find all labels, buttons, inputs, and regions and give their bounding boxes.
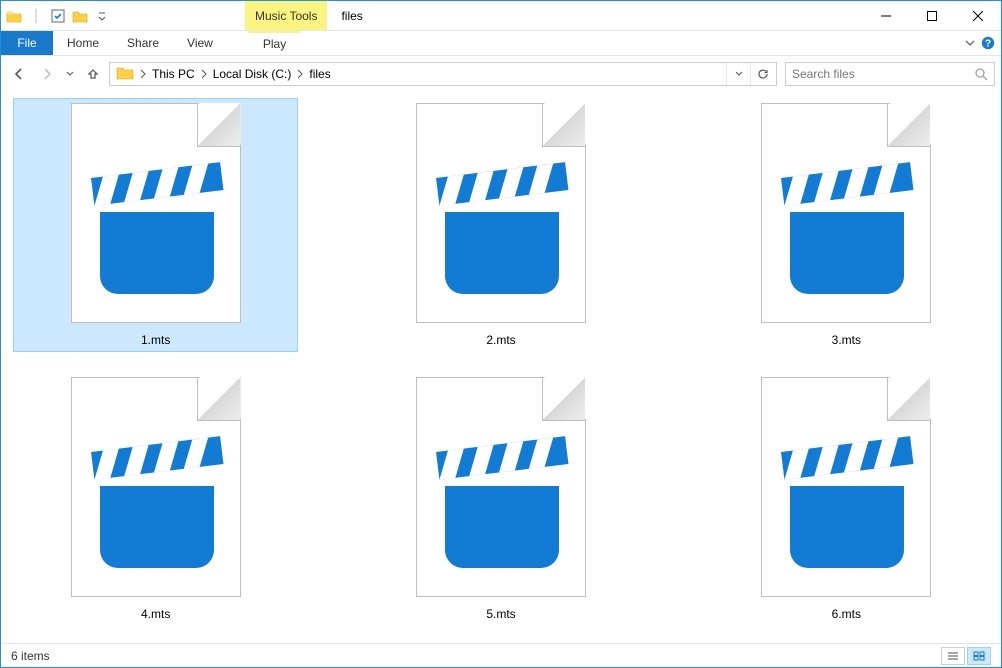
video-file-icon <box>71 377 241 597</box>
search-placeholder: Search files <box>792 67 975 81</box>
thumbnails-view-button[interactable] <box>967 647 991 665</box>
file-name: 6.mts <box>832 607 861 621</box>
search-input[interactable]: Search files <box>785 62 995 86</box>
back-button[interactable] <box>7 62 31 86</box>
video-file-icon <box>761 103 931 323</box>
video-file-icon <box>416 377 586 597</box>
qat-dropdown-icon[interactable] <box>91 5 113 27</box>
breadcrumb-segment[interactable]: Local Disk (C:) <box>209 67 296 81</box>
file-name: 4.mts <box>141 607 170 621</box>
address-bar[interactable]: This PC Local Disk (C:) files <box>109 62 777 86</box>
tab-play[interactable]: Play <box>249 31 300 55</box>
address-dropdown-icon[interactable] <box>726 63 750 85</box>
chevron-right-icon[interactable] <box>199 69 209 79</box>
file-item[interactable]: 5.mts <box>358 372 643 626</box>
minimize-button[interactable] <box>863 1 909 30</box>
maximize-button[interactable] <box>909 1 955 30</box>
file-name: 1.mts <box>141 333 170 347</box>
file-item[interactable]: 6.mts <box>704 372 989 626</box>
expand-ribbon-icon[interactable] <box>965 38 975 48</box>
help-icon[interactable]: ? <box>981 36 995 50</box>
chevron-right-icon[interactable] <box>138 69 148 79</box>
file-item[interactable]: 3.mts <box>704 98 989 352</box>
file-item[interactable]: 2.mts <box>358 98 643 352</box>
file-tab[interactable]: File <box>1 31 53 55</box>
file-name: 2.mts <box>486 333 515 347</box>
title-bar: Music Tools files <box>1 1 1001 31</box>
video-file-icon <box>416 103 586 323</box>
close-button[interactable] <box>955 1 1001 30</box>
window-title: files <box>327 1 863 30</box>
qat-separator <box>25 5 47 27</box>
quick-access-toolbar <box>1 1 115 30</box>
window-controls <box>863 1 1001 30</box>
ribbon-tabs: File Home Share View Play ? <box>1 31 1001 56</box>
status-item-count: 6 items <box>11 649 50 663</box>
file-item[interactable]: 1.mts <box>13 98 298 352</box>
video-file-icon <box>71 103 241 323</box>
folder-icon[interactable] <box>3 5 25 27</box>
search-icon <box>975 68 988 81</box>
video-file-icon <box>761 377 931 597</box>
file-name: 3.mts <box>832 333 861 347</box>
file-item[interactable]: 4.mts <box>13 372 298 626</box>
svg-text:?: ? <box>985 39 991 50</box>
chevron-right-icon[interactable] <box>295 69 305 79</box>
tab-share[interactable]: Share <box>113 31 173 55</box>
forward-button[interactable] <box>35 62 59 86</box>
refresh-icon[interactable] <box>750 63 774 85</box>
breadcrumb-segment[interactable]: This PC <box>148 67 199 81</box>
file-name: 5.mts <box>486 607 515 621</box>
navigation-bar: This PC Local Disk (C:) files Search fil… <box>1 56 1001 92</box>
recent-locations-icon[interactable] <box>63 62 77 86</box>
properties-icon[interactable] <box>47 5 69 27</box>
contextual-tab-label: Music Tools <box>245 1 327 30</box>
file-pane[interactable]: 1.mts 2.mts 3.mts 4.mts 5.mts 6.mts <box>1 92 1001 643</box>
tab-home[interactable]: Home <box>53 31 113 55</box>
breadcrumb-segment[interactable]: files <box>305 67 334 81</box>
address-folder-icon <box>116 65 134 83</box>
details-view-button[interactable] <box>941 647 965 665</box>
new-folder-icon[interactable] <box>69 5 91 27</box>
tab-view[interactable]: View <box>173 31 227 55</box>
status-bar: 6 items <box>1 643 1001 667</box>
up-button[interactable] <box>81 62 105 86</box>
